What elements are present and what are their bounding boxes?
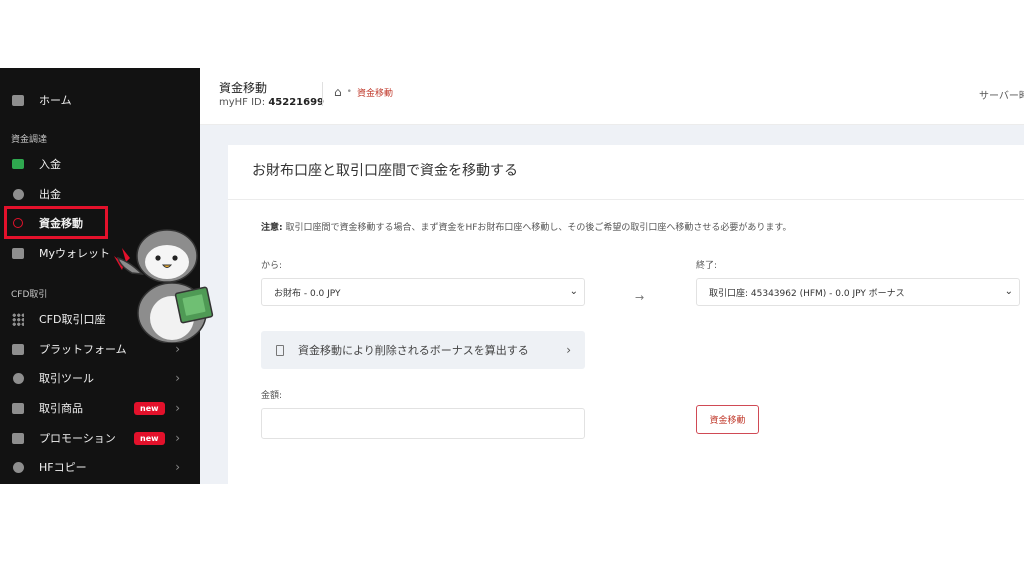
transfer-button[interactable]: 資金移動 [696, 405, 759, 434]
sidebar-item-label: プラットフォーム [39, 343, 127, 356]
bonus-calc-button[interactable]: 資金移動により削除されるボーナスを算出する › [261, 331, 585, 369]
to-select-value: 取引口座: 45343962 (HFM) - 0.0 JPY ボーナス [709, 288, 905, 299]
new-badge: new [134, 431, 165, 445]
chevron-down-icon: ⌄ [569, 286, 578, 297]
sidebar-item-label: プロモーション [39, 432, 116, 445]
sidebar-item-promotion[interactable]: プロモーション new › [0, 424, 200, 452]
money-icon [12, 158, 24, 170]
divider [228, 199, 1024, 200]
wallet-icon [12, 247, 24, 259]
app-window: ホーム 資金調達 入金 出金 資金移動 Myウォレット CFD取引 CFD取引口… [0, 68, 1024, 484]
sidebar-item-label: 入金 [39, 158, 61, 171]
from-label: から: [261, 261, 283, 271]
section-funding: 資金調達 [11, 135, 48, 145]
sidebar-item-label: HFコピー [39, 461, 87, 474]
section-cfd: CFD取引 [11, 290, 48, 300]
sidebar-item-label: Myウォレット [39, 247, 111, 260]
grid-icon [12, 312, 24, 326]
transfer-card: お財布口座と取引口座間で資金を移動する 注意: 取引口座間で資金移動する場合、ま… [228, 145, 1024, 484]
home-icon[interactable]: ⌂ [334, 85, 342, 99]
sidebar-item-hf-copy[interactable]: HFコピー › [0, 453, 200, 481]
chevron-right-icon: › [175, 342, 180, 356]
to-select[interactable]: 取引口座: 45343962 (HFM) - 0.0 JPY ボーナス ⌄ [696, 278, 1020, 306]
from-select-value: お財布 - 0.0 JPY [274, 288, 341, 299]
account-id-value: 45221699 [268, 97, 324, 108]
calculator-icon [276, 344, 284, 356]
notice-label: 注意: [261, 223, 283, 233]
breadcrumb-current: 資金移動 [356, 88, 393, 99]
sidebar-item-deposit[interactable]: 入金 [0, 150, 200, 178]
from-select[interactable]: お財布 - 0.0 JPY ⌄ [261, 278, 585, 306]
sidebar-item-label: CFD取引口座 [39, 313, 106, 326]
chart-bar-icon [12, 94, 24, 106]
chevron-right-icon: › [175, 431, 180, 445]
highlight-box [4, 206, 108, 239]
bonus-calc-label: 資金移動により削除されるボーナスを算出する [298, 344, 529, 357]
arrow-right-icon: → [635, 291, 645, 304]
notice-text: 取引口座間で資金移動する場合、まず資金をHFお財布口座へ移動し、その後ご希望の取… [285, 223, 792, 233]
account-id-label: myHF ID: [219, 97, 266, 108]
sidebar-item-tools[interactable]: 取引ツール › [0, 364, 200, 392]
user-icon [12, 461, 24, 473]
sidebar-item-home[interactable]: ホーム [0, 86, 200, 114]
coins-icon [12, 188, 24, 200]
breadcrumb: ⌂ • 資金移動 [334, 85, 393, 99]
list-icon [12, 402, 24, 414]
sidebar-item-products[interactable]: 取引商品 new › [0, 394, 200, 422]
chevron-right-icon: › [175, 460, 180, 474]
chevron-right-icon: › [175, 371, 180, 385]
amount-label: 金額: [261, 391, 283, 401]
notice: 注意: 取引口座間で資金移動する場合、まず資金をHFお財布口座へ移動し、その後ご… [261, 220, 792, 233]
divider [322, 82, 323, 106]
chevron-down-icon: ⌄ [1004, 286, 1013, 297]
server-time: サーバー時 [979, 91, 1024, 102]
chevron-right-icon: › [566, 343, 571, 357]
sidebar-item-label: 取引商品 [39, 402, 83, 415]
penguin-mascot-icon [114, 229, 214, 343]
account-id: myHF ID: 45221699 [219, 97, 324, 108]
sidebar-item-label: 取引ツール [39, 372, 94, 385]
sidebar-item-withdraw[interactable]: 出金 [0, 180, 200, 208]
breadcrumb-separator: • [346, 87, 352, 97]
chart-line-icon [12, 343, 24, 355]
to-label: 終了: [696, 261, 718, 271]
card-title: お財布口座と取引口座間で資金を移動する [252, 163, 518, 179]
sidebar-item-label: 出金 [39, 188, 61, 201]
page-title: 資金移動 [219, 81, 268, 95]
sidebar-item-label: ホーム [39, 94, 72, 107]
new-badge: new [134, 401, 165, 415]
chevron-right-icon: › [175, 401, 180, 415]
header: 資金移動 myHF ID: 45221699 ⌂ • 資金移動 サーバー時 [200, 68, 1024, 125]
gift-icon [12, 432, 24, 444]
main-content: お財布口座と取引口座間で資金を移動する 注意: 取引口座間で資金移動する場合、ま… [200, 125, 1024, 484]
tools-icon [12, 372, 24, 384]
amount-input[interactable] [261, 408, 585, 439]
